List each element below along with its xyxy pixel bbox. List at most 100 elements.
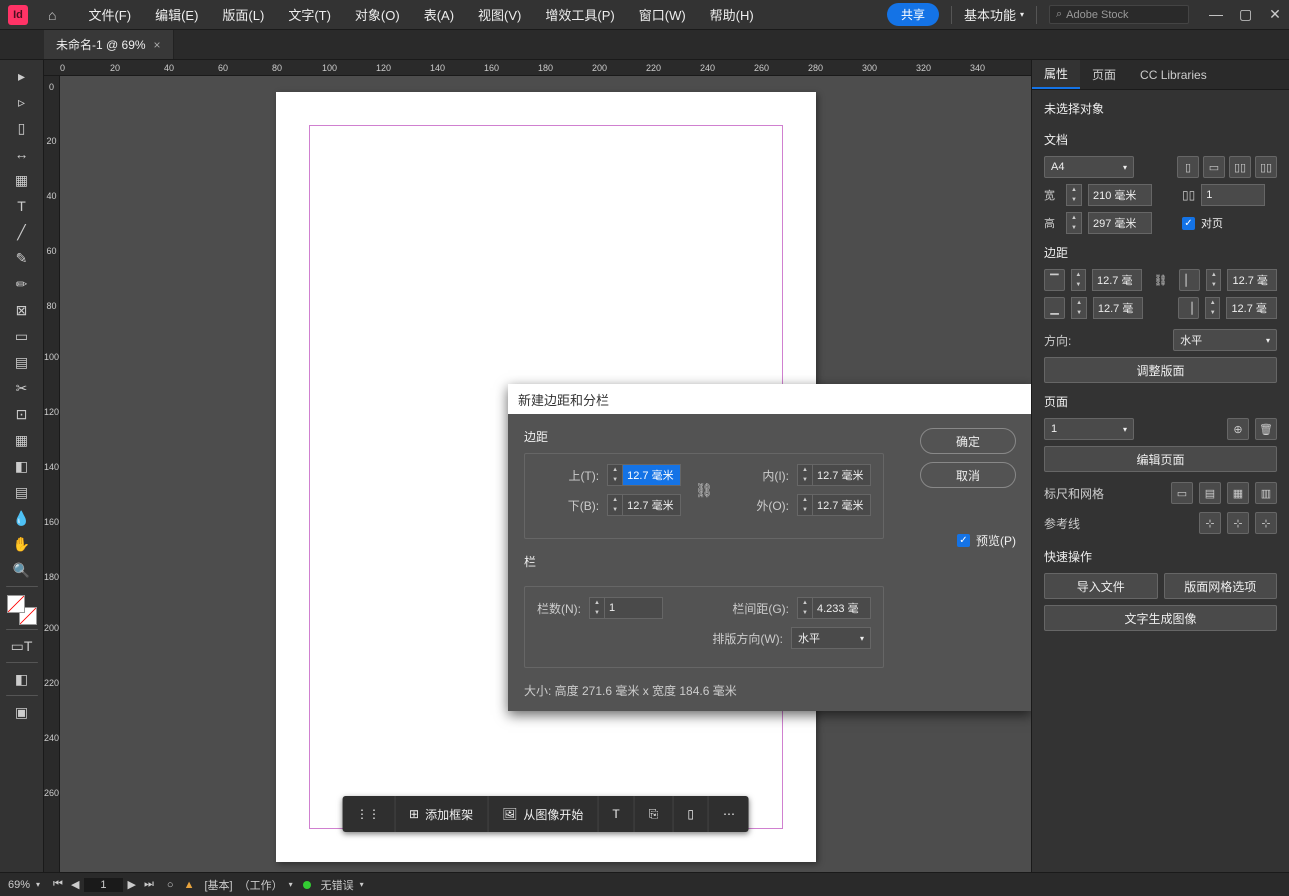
home-icon[interactable]: ⌂ (48, 7, 56, 23)
menu-window[interactable]: 窗口(W) (627, 5, 698, 24)
margin-top-input[interactable]: 12.7 毫米 (623, 464, 681, 486)
copy-icon[interactable]: ⎘ (635, 796, 674, 832)
delete-page-icon[interactable]: 🗑 (1255, 418, 1277, 440)
cancel-button[interactable]: 取消 (920, 462, 1016, 488)
add-frame-button[interactable]: ⊞添加框架 (395, 796, 488, 832)
menu-plugins[interactable]: 增效工具(P) (533, 5, 626, 24)
pages-input[interactable]: 1 (1201, 184, 1265, 206)
tool-direct-select[interactable]: ▹ (8, 90, 36, 114)
more-icon[interactable]: ⋯ (709, 796, 749, 832)
tool-view-mode[interactable]: ▣ (8, 700, 36, 724)
tab-close-icon[interactable]: × (154, 38, 161, 52)
tool-apply-color[interactable]: ◧ (8, 667, 36, 691)
panel-margin-bottom-stepper[interactable]: ▲▼ (1071, 297, 1087, 319)
orientation-portrait-icon[interactable]: ▯ (1177, 156, 1199, 178)
margin-top-stepper[interactable]: ▲▼ (607, 464, 623, 486)
document-tab[interactable]: 未命名-1 @ 69% × (44, 30, 174, 59)
menu-view[interactable]: 视图(V) (466, 5, 533, 24)
prev-page-icon[interactable]: ◀ (68, 878, 82, 891)
tool-selection[interactable]: ▸ (8, 64, 36, 88)
panel-margin-top-input[interactable]: 12.7 毫 (1092, 269, 1142, 291)
panel-margin-bottom-input[interactable]: 12.7 毫 (1093, 297, 1144, 319)
width-input[interactable]: 210 毫米 (1088, 184, 1152, 206)
maximize-button[interactable]: ▢ (1239, 6, 1251, 23)
text-tool-icon[interactable]: T (598, 796, 634, 832)
width-stepper[interactable]: ▲▼ (1066, 184, 1082, 206)
margin-inside-stepper[interactable]: ▲▼ (797, 464, 813, 486)
direction-panel-dropdown[interactable]: 水平▾ (1173, 329, 1277, 351)
panel-margin-outside-input[interactable]: 12.7 毫 (1226, 297, 1277, 319)
next-page-icon[interactable]: ▶ (125, 878, 139, 891)
orientation-landscape-icon[interactable]: ▭ (1203, 156, 1225, 178)
drag-handle-icon[interactable]: ⋮⋮ (342, 796, 395, 832)
direction-dropdown[interactable]: 水平▾ (791, 627, 871, 649)
baseline-grid-icon[interactable]: ▤ (1199, 482, 1221, 504)
margin-bottom-stepper[interactable]: ▲▼ (607, 494, 623, 516)
preset-dropdown[interactable]: A4▾ (1044, 156, 1134, 178)
tool-rectangle-frame[interactable]: ⊠ (8, 298, 36, 322)
margin-bottom-input[interactable]: 12.7 毫米 (623, 494, 681, 516)
edit-pages-button[interactable]: 编辑页面 (1044, 446, 1277, 472)
grid-options-button[interactable]: 版面网格选项 (1164, 573, 1278, 599)
last-page-icon[interactable]: ⏭ (141, 878, 157, 891)
first-page-icon[interactable]: ⏮ (50, 878, 66, 891)
panel-margin-inside-stepper[interactable]: ▲▼ (1206, 269, 1221, 291)
menu-object[interactable]: 对象(O) (343, 5, 412, 24)
tool-pen[interactable]: ✎ (8, 246, 36, 270)
tool-hand[interactable]: ✋ (8, 532, 36, 556)
adjust-layout-button[interactable]: 调整版面 (1044, 357, 1277, 383)
tool-line[interactable]: ╱ (8, 220, 36, 244)
tool-container-text-toggle[interactable]: ▭T (8, 634, 36, 658)
tool-note[interactable]: ▤ (8, 480, 36, 504)
panel-margin-outside-stepper[interactable]: ▲▼ (1205, 297, 1221, 319)
fill-swatch[interactable] (7, 595, 25, 613)
workspace-status[interactable]: [基本]（工作）▾ (204, 877, 292, 893)
menu-file[interactable]: 文件(F) (76, 5, 143, 24)
preview-checkbox[interactable]: ✓ 预览(P) (957, 532, 1016, 549)
panel-margin-inside-input[interactable]: 12.7 毫 (1227, 269, 1277, 291)
margin-inside-input[interactable]: 12.7 毫米 (813, 464, 871, 486)
page-navigator[interactable]: ⏮ ◀ 1 ▶ ⏭ (50, 878, 157, 892)
tool-eyedropper[interactable]: 💧 (8, 506, 36, 530)
tab-properties[interactable]: 属性 (1032, 60, 1080, 89)
grid-options-icon[interactable]: ▥ (1255, 482, 1277, 504)
guides-hide-icon[interactable]: ⊹ (1199, 512, 1221, 534)
menu-help[interactable]: 帮助(H) (698, 5, 766, 24)
link-margins-icon[interactable]: ⛓ (689, 482, 719, 499)
current-page-display[interactable]: 1 (84, 878, 122, 892)
workspace-selector[interactable]: 基本功能 ▾ (964, 5, 1024, 24)
pasteboard[interactable]: ⋮⋮ ⊞添加框架 🖼从图像开始 T ⎘ ▯ ⋯ 新建边距和分栏 边距 (60, 76, 1031, 872)
zoom-control[interactable]: 69%▾ (8, 879, 40, 891)
tool-page[interactable]: ▯ (8, 116, 36, 140)
column-count-stepper[interactable]: ▲▼ (589, 597, 605, 619)
binding-right-icon[interactable]: ▯▯ (1255, 156, 1277, 178)
tool-gradient-swatch[interactable]: ◧ (8, 454, 36, 478)
from-image-button[interactable]: 🖼从图像开始 (488, 796, 598, 832)
new-page-icon[interactable]: ⊕ (1227, 418, 1249, 440)
search-input[interactable]: ⌕ Adobe Stock (1049, 5, 1189, 24)
tool-pencil[interactable]: ✏ (8, 272, 36, 296)
facing-pages-checkbox[interactable]: ✓对页 (1182, 215, 1223, 231)
close-button[interactable]: ✕ (1269, 6, 1281, 23)
binding-left-icon[interactable]: ▯▯ (1229, 156, 1251, 178)
menu-table[interactable]: 表(A) (412, 5, 466, 24)
margin-outside-stepper[interactable]: ▲▼ (797, 494, 813, 516)
tool-gap[interactable]: ↔ (8, 142, 36, 166)
tool-content-collector[interactable]: ▦ (8, 168, 36, 192)
guides-lock-icon[interactable]: ⊹ (1227, 512, 1249, 534)
dialog-titlebar[interactable]: 新建边距和分栏 (508, 384, 1031, 414)
page-number-dropdown[interactable]: 1▾ (1044, 418, 1134, 440)
link-margins-panel-icon[interactable]: ⛓ (1148, 274, 1174, 287)
smart-guides-icon[interactable]: ⊹ (1255, 512, 1277, 534)
tool-type[interactable]: T (8, 194, 36, 218)
menu-type[interactable]: 文字(T) (276, 5, 343, 24)
tab-pages[interactable]: 页面 (1080, 60, 1128, 89)
document-grid-icon[interactable]: ▦ (1227, 482, 1249, 504)
panel-margin-top-stepper[interactable]: ▲▼ (1071, 269, 1086, 291)
text-to-image-button[interactable]: 文字生成图像 (1044, 605, 1277, 631)
import-file-button[interactable]: 导入文件 (1044, 573, 1158, 599)
color-swatches[interactable] (7, 595, 37, 625)
gutter-stepper[interactable]: ▲▼ (797, 597, 813, 619)
error-status[interactable]: 无错误▾ (321, 877, 364, 893)
minimize-button[interactable]: — (1209, 6, 1221, 23)
